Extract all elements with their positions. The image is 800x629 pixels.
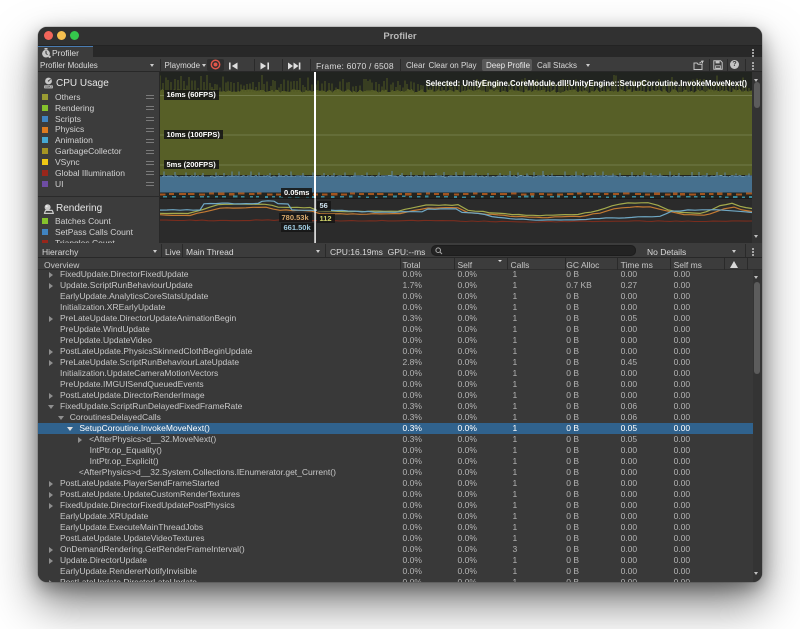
svg-text:CPU: CPU bbox=[45, 85, 52, 89]
